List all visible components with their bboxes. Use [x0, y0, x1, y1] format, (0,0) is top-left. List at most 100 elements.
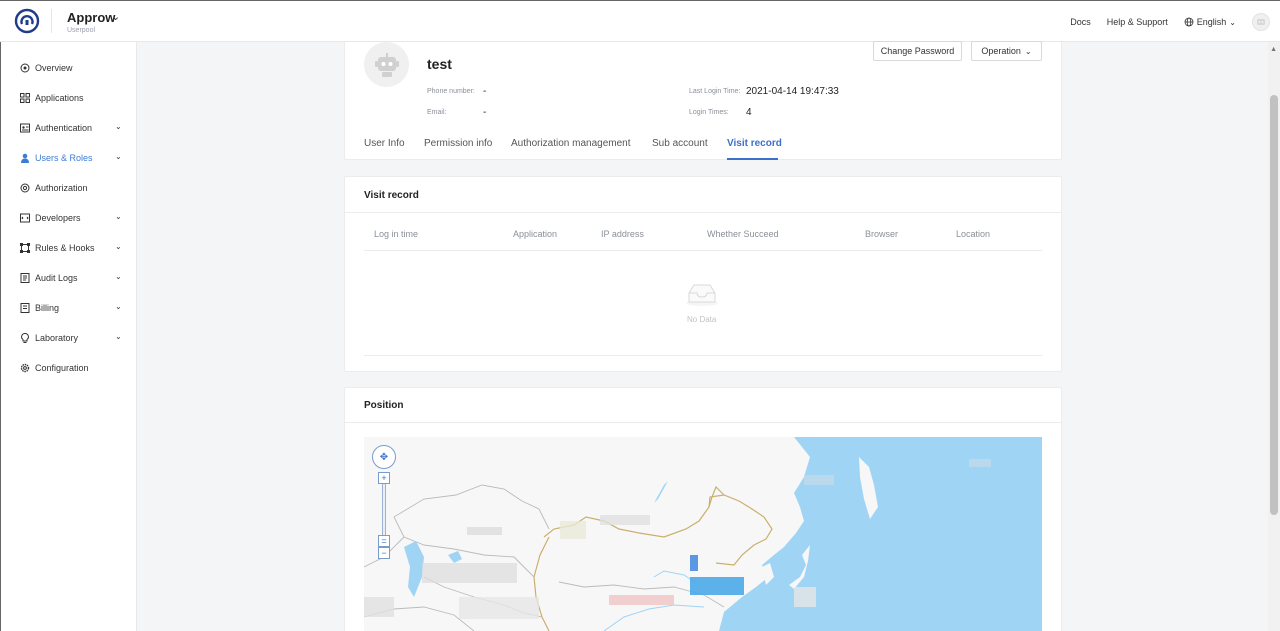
- gear-icon: [20, 363, 30, 373]
- sidebar-item-label: Rules & Hooks: [35, 243, 95, 253]
- zoom-in-button[interactable]: +: [378, 472, 390, 484]
- sidebar-item-billing[interactable]: Billing ⌄: [1, 293, 137, 323]
- robot-icon: [1257, 19, 1265, 25]
- code-icon: [20, 213, 30, 223]
- sidebar-item-laboratory[interactable]: Laboratory ⌄: [1, 323, 137, 353]
- operation-button[interactable]: Operation ⌄: [971, 41, 1042, 61]
- sidebar-item-label: Overview: [35, 63, 73, 73]
- sidebar-item-developers[interactable]: Developers ⌄: [1, 203, 137, 233]
- column-header: Whether Succeed: [707, 229, 779, 239]
- sidebar-item-label: Billing: [35, 303, 60, 313]
- empty-state-text: No Data: [687, 315, 717, 324]
- tab-sub-account[interactable]: Sub account: [652, 138, 708, 149]
- chevron-down-icon: ⌄: [1024, 46, 1032, 56]
- tab-authorization-management[interactable]: Authorization management: [511, 138, 631, 149]
- id-card-icon: [20, 123, 30, 133]
- log-icon: [20, 273, 30, 283]
- language-label: English: [1196, 17, 1227, 27]
- table-header-divider: [364, 250, 1042, 251]
- email-value: -: [483, 107, 487, 118]
- bulb-icon: [21, 333, 29, 343]
- sidebar-item-label: Developers: [35, 213, 81, 223]
- sidebar: Overview Applications Authentication ⌄ U…: [0, 42, 137, 631]
- sidebar-item-label: Laboratory: [35, 333, 79, 343]
- active-tab-indicator: [727, 158, 778, 160]
- chevron-down-icon: ⌄: [115, 122, 122, 131]
- sidebar-item-label: Authentication: [35, 123, 93, 133]
- lock-icon: [20, 183, 30, 193]
- userpool-label: Userpool: [67, 27, 96, 34]
- divider: [345, 422, 1061, 423]
- sidebar-item-label: Users & Roles: [35, 153, 93, 163]
- user-avatar[interactable]: [1252, 13, 1270, 31]
- scroll-up-icon[interactable]: ▲: [1270, 46, 1277, 53]
- profile-avatar: [364, 42, 409, 87]
- column-header: Log in time: [374, 229, 419, 239]
- column-header: Location: [956, 229, 991, 239]
- visit-record-card: [344, 176, 1062, 372]
- operation-label: Operation: [981, 46, 1021, 56]
- divider: [345, 212, 1061, 213]
- sidebar-item-authentication[interactable]: Authentication ⌄: [1, 113, 137, 143]
- position-title: Position: [364, 400, 404, 411]
- sidebar-item-label: Audit Logs: [35, 273, 78, 283]
- visit-record-title: Visit record: [364, 190, 419, 201]
- last-login-label: Last Login Time:: [689, 88, 741, 95]
- grid-icon: [20, 93, 30, 103]
- tab-user-info[interactable]: User Info: [364, 138, 405, 149]
- tab-permission-info[interactable]: Permission info: [424, 138, 492, 149]
- phone-value: -: [483, 86, 487, 97]
- tab-visit-record[interactable]: Visit record: [727, 138, 782, 149]
- login-times-value: 4: [746, 107, 752, 118]
- change-password-button[interactable]: Change Password: [873, 41, 962, 61]
- phone-label: Phone number:: [427, 88, 475, 95]
- sidebar-item-overview[interactable]: Overview: [1, 53, 137, 83]
- approw-logo-icon[interactable]: [14, 8, 40, 34]
- userpool-name[interactable]: Approw: [67, 10, 115, 25]
- language-selector[interactable]: English ⌄: [1184, 17, 1236, 27]
- last-login-value: 2021-04-14 19:47:33: [746, 86, 839, 97]
- chevron-down-icon: ⌄: [115, 302, 122, 311]
- table-bottom-divider: [364, 355, 1042, 356]
- column-header: Application: [513, 229, 558, 239]
- sidebar-item-authorization[interactable]: Authorization: [1, 173, 137, 203]
- header-divider: [51, 9, 52, 33]
- overview-icon: [20, 63, 30, 73]
- chevron-down-icon: ⌄: [115, 152, 122, 161]
- map-canvas: [364, 437, 1042, 631]
- chevron-down-icon: ⌄: [115, 242, 122, 251]
- hook-icon: [20, 243, 30, 253]
- login-times-label: Login Times:: [689, 109, 729, 116]
- zoom-out-button[interactable]: −: [378, 547, 390, 559]
- header-nav: Docs Help & Support English ⌄: [1054, 1, 1270, 43]
- column-header: IP address: [601, 229, 644, 239]
- map-view[interactable]: ✥ + = −: [364, 437, 1042, 631]
- profile-name: test: [427, 56, 452, 72]
- column-header: Browser: [865, 229, 899, 239]
- billing-icon: [20, 303, 30, 313]
- empty-inbox-icon: [686, 284, 718, 306]
- sidebar-item-applications[interactable]: Applications: [1, 83, 137, 113]
- globe-icon: [1184, 17, 1194, 27]
- user-icon: [21, 153, 29, 163]
- sidebar-item-label: Configuration: [35, 363, 89, 373]
- chevron-down-icon[interactable]: ⌄: [111, 10, 120, 23]
- zoom-handle[interactable]: =: [378, 535, 390, 547]
- chevron-down-icon: ⌄: [115, 212, 122, 221]
- sidebar-item-audit-logs[interactable]: Audit Logs ⌄: [1, 263, 137, 293]
- docs-link[interactable]: Docs: [1070, 17, 1091, 27]
- sidebar-item-label: Authorization: [35, 183, 88, 193]
- top-bar: Approw ⌄ Userpool Docs Help & Support En…: [0, 0, 1280, 42]
- chevron-down-icon: ⌄: [115, 272, 122, 281]
- chevron-down-icon: ⌄: [115, 332, 122, 341]
- sidebar-item-rules-hooks[interactable]: Rules & Hooks ⌄: [1, 233, 137, 263]
- scrollbar-thumb[interactable]: [1270, 95, 1278, 515]
- email-label: Email:: [427, 109, 447, 116]
- chevron-down-icon: ⌄: [1229, 17, 1236, 27]
- sidebar-item-label: Applications: [35, 93, 84, 103]
- robot-icon: [374, 52, 399, 77]
- map-pan-control[interactable]: ✥: [372, 445, 396, 469]
- sidebar-item-configuration[interactable]: Configuration: [1, 353, 137, 383]
- sidebar-item-users-roles[interactable]: Users & Roles ⌄: [1, 143, 137, 173]
- help-link[interactable]: Help & Support: [1107, 17, 1168, 27]
